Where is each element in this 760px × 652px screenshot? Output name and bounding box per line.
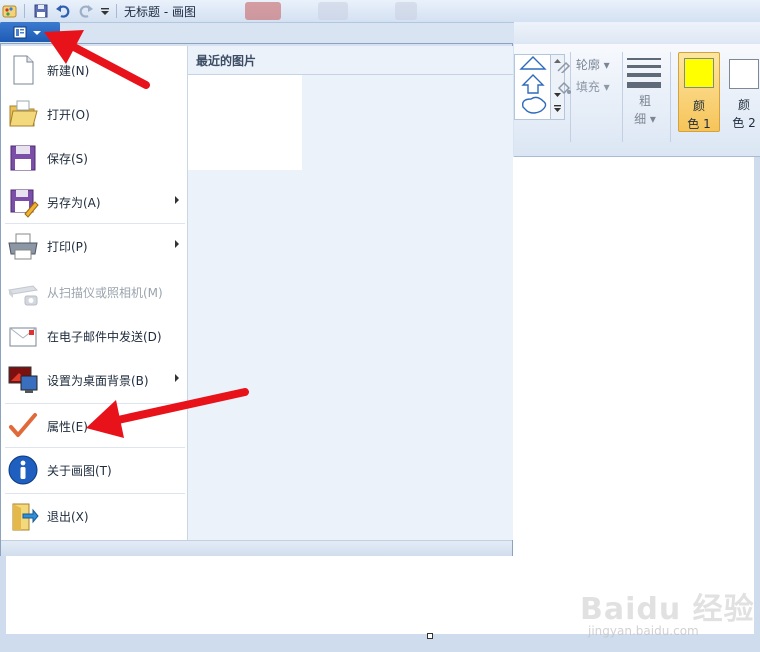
menu-item-printer[interactable]: 打印(P) [1,224,187,268]
recent-pictures-panel: 最近的图片 [187,46,513,540]
menu-item-checkmark[interactable]: 属性(E) [1,404,187,448]
line-size-icon[interactable] [627,58,661,93]
customize-dropdown-icon[interactable] [97,3,113,19]
submenu-arrow-icon [175,374,179,382]
window-title: 无标题 - 画图 [124,5,196,19]
menu-item-label: 在电子邮件中发送(D) [47,330,162,344]
ribbon: 轮廓 ▾ 填充 ▾ 粗 细 ▾ 颜 色 1 颜 色 2 [514,44,760,157]
app-menu: 新建(N) 打开(O) 保存(S) 另存为(A) 打印(P) 从扫描仪或照相机(M) 在电子… [0,43,513,556]
info-icon [7,454,39,486]
save-as-icon [7,186,39,218]
save-icon[interactable] [33,3,49,19]
watermark-url: jingyan.baidu.com [588,624,699,638]
menu-item-label: 另存为(A) [47,196,101,210]
menu-item-label: 退出(X) [47,510,89,524]
menu-item-label: 打印(P) [47,240,88,254]
submenu-arrow-icon [175,196,179,204]
color2-label-1: 颜 [737,98,750,112]
baidu-watermark: Baidu 经验 jingyan.baidu.com [580,570,760,652]
fill-button[interactable]: 填充 ▾ [556,78,610,95]
outline-icon [557,61,571,75]
blurred-title-area [318,2,348,20]
color1-label: 颜 色 1 [679,97,719,133]
size-label-2: 细 [634,112,647,126]
exit-icon [7,500,39,532]
menu-item-label: 从扫描仪或照相机(M) [47,286,163,300]
email-icon [7,320,39,352]
app-menu-commands: 新建(N) 打开(O) 保存(S) 另存为(A) 打印(P) 从扫描仪或照相机(M) 在电子… [1,46,187,540]
title-separator [116,4,117,18]
undo-icon[interactable] [55,3,71,19]
color1-button[interactable]: 颜 色 1 [678,52,720,132]
color1-label-2: 色 1 [687,117,711,131]
open-folder-icon [7,98,39,130]
blurred-title-area [245,2,281,20]
recent-picture-thumbnail[interactable] [188,75,302,170]
menu-item-open-folder[interactable]: 打开(O) [1,92,187,136]
color2-label-2: 色 2 [732,116,756,130]
printer-icon [7,230,39,262]
color2-button[interactable]: 颜 色 2 [724,52,760,130]
menu-footer [1,540,512,556]
desktop-background-icon [7,364,39,396]
recent-pictures-header: 最近的图片 [188,48,513,75]
outline-button[interactable]: 轮廓 ▾ [556,56,610,75]
color2-swatch [729,59,759,89]
menu-item-label: 设置为桌面背景(B) [47,374,149,388]
redo-icon[interactable] [78,3,94,19]
blurred-title-area [395,2,417,20]
menu-item-label: 属性(E) [47,420,88,434]
submenu-arrow-icon [175,240,179,248]
menu-item-email[interactable]: 在电子邮件中发送(D) [1,314,187,358]
app-menu-button[interactable] [0,22,60,42]
ribbon-separator [670,52,671,142]
menu-item-save-as[interactable]: 另存为(A) [1,180,187,224]
color1-label-1: 颜 [692,99,705,113]
checkmark-icon [7,410,39,442]
shapes-icons [519,56,547,114]
paint-app-icon[interactable] [2,3,18,19]
menu-item-label: 新建(N) [47,64,90,78]
scanner-icon [7,276,39,308]
canvas-resize-handle[interactable] [427,633,433,639]
outline-label: 轮廓 [575,58,600,72]
menu-item-desktop-background[interactable]: 设置为桌面背景(B) [1,358,187,402]
ribbon-separator [622,52,623,142]
shapes-gallery[interactable] [514,54,552,120]
ribbon-tab-strip [514,22,760,45]
menu-item-label: 打开(O) [47,108,90,122]
fill-label: 填充 [575,80,600,94]
app-menu-icon [13,26,41,39]
color1-swatch [684,58,714,88]
size-button[interactable]: 粗 细 ▾ [632,92,658,128]
menu-item-exit[interactable]: 退出(X) [1,494,187,538]
title-bar: 无标题 - 画图 [0,0,760,23]
recent-pictures-title: 最近的图片 [196,54,257,68]
color2-label: 颜 色 2 [724,96,760,132]
menu-item-info[interactable]: 关于画图(T) [1,448,187,492]
menu-item-scanner: 从扫描仪或照相机(M) [1,270,187,314]
qa-separator [24,4,25,18]
watermark-brand: Baidu 经验 [580,592,755,627]
menu-item-label: 关于画图(T) [47,464,112,478]
save-icon [7,142,39,174]
menu-item-new-file[interactable]: 新建(N) [1,48,187,92]
new-file-icon [7,54,39,86]
menu-item-label: 保存(S) [47,152,88,166]
menu-item-save[interactable]: 保存(S) [1,136,187,180]
fill-icon [557,81,571,94]
size-label-1: 粗 [638,94,651,108]
